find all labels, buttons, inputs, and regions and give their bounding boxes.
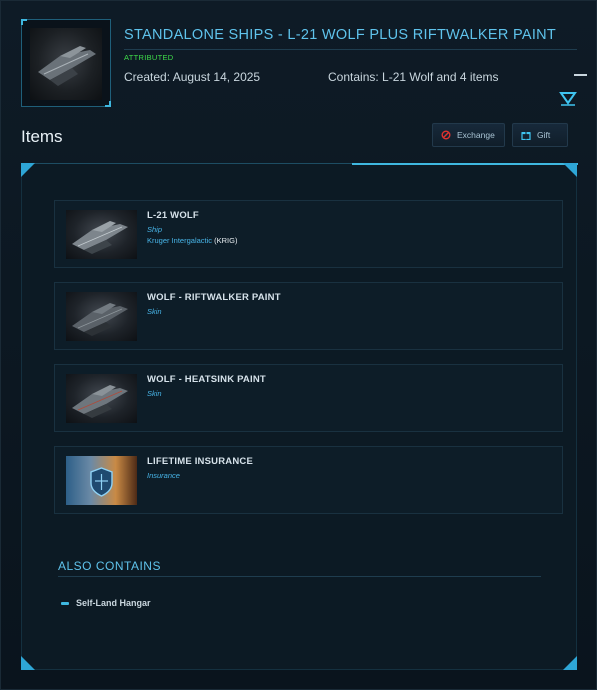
exchange-label: Exchange: [457, 130, 495, 140]
ship-paint-image: [66, 374, 137, 423]
item-type: Insurance: [147, 471, 180, 480]
pledge-title: STANDALONE SHIPS - L-21 WOLF PLUS RIFTWA…: [124, 27, 557, 43]
list-item[interactable]: WOLF - RIFTWALKER PAINT Skin: [54, 282, 563, 350]
status-badge: ATTRIBUTED: [124, 53, 174, 62]
item-name: WOLF - RIFTWALKER PAINT: [147, 292, 281, 303]
item-type: Ship: [147, 225, 163, 234]
minus-icon[interactable]: [574, 74, 587, 76]
gift-button[interactable]: Gift: [512, 123, 568, 147]
ship-image: [30, 28, 102, 100]
exchange-button[interactable]: Exchange: [432, 123, 505, 147]
exchange-icon: [441, 130, 451, 140]
contains-summary: Contains: L-21 Wolf and 4 items: [328, 70, 499, 84]
corner-accent-icon: [21, 163, 35, 177]
bullet-icon: [61, 602, 69, 605]
item-name: LIFETIME INSURANCE: [147, 456, 253, 467]
items-panel: L-21 WOLF Ship Kruger Intergalactic (KRI…: [21, 163, 578, 670]
panel-accent-line: [352, 163, 578, 165]
pledge-page: STANDALONE SHIPS - L-21 WOLF PLUS RIFTWA…: [0, 0, 597, 690]
corner-accent-icon: [21, 656, 35, 670]
corner-accent-icon: [563, 163, 577, 177]
item-manufacturer: Kruger Intergalactic (KRIG): [147, 236, 237, 245]
item-name: L-21 WOLF: [147, 210, 199, 221]
corner-accent-icon: [563, 656, 577, 670]
insurance-image: [66, 456, 137, 505]
created-date: Created: August 14, 2025: [124, 70, 261, 84]
frame-corner: [21, 19, 27, 25]
item-type: Skin: [147, 389, 162, 398]
chevron-down-icon[interactable]: [559, 89, 577, 107]
pledge-header: STANDALONE SHIPS - L-21 WOLF PLUS RIFTWA…: [21, 19, 587, 109]
pledge-thumbnail: [21, 19, 111, 107]
list-item[interactable]: L-21 WOLF Ship Kruger Intergalactic (KRI…: [54, 200, 563, 268]
list-item[interactable]: LIFETIME INSURANCE Insurance: [54, 446, 563, 514]
manufacturer-code: (KRIG): [214, 236, 238, 245]
gift-icon: [521, 130, 531, 141]
items-heading: Items: [21, 127, 63, 146]
ship-paint-image: [66, 292, 137, 341]
also-contains-divider: [58, 576, 541, 577]
frame-corner: [105, 101, 111, 107]
ship-image: [66, 210, 137, 259]
manufacturer-name: Kruger Intergalactic: [147, 236, 213, 245]
also-contains-item: Self-Land Hangar: [76, 598, 151, 608]
item-type: Skin: [147, 307, 162, 316]
title-divider: [124, 49, 577, 50]
also-contains-heading: ALSO CONTAINS: [58, 559, 161, 573]
item-name: WOLF - HEATSINK PAINT: [147, 374, 266, 385]
list-item[interactable]: WOLF - HEATSINK PAINT Skin: [54, 364, 563, 432]
gift-label: Gift: [537, 130, 551, 140]
